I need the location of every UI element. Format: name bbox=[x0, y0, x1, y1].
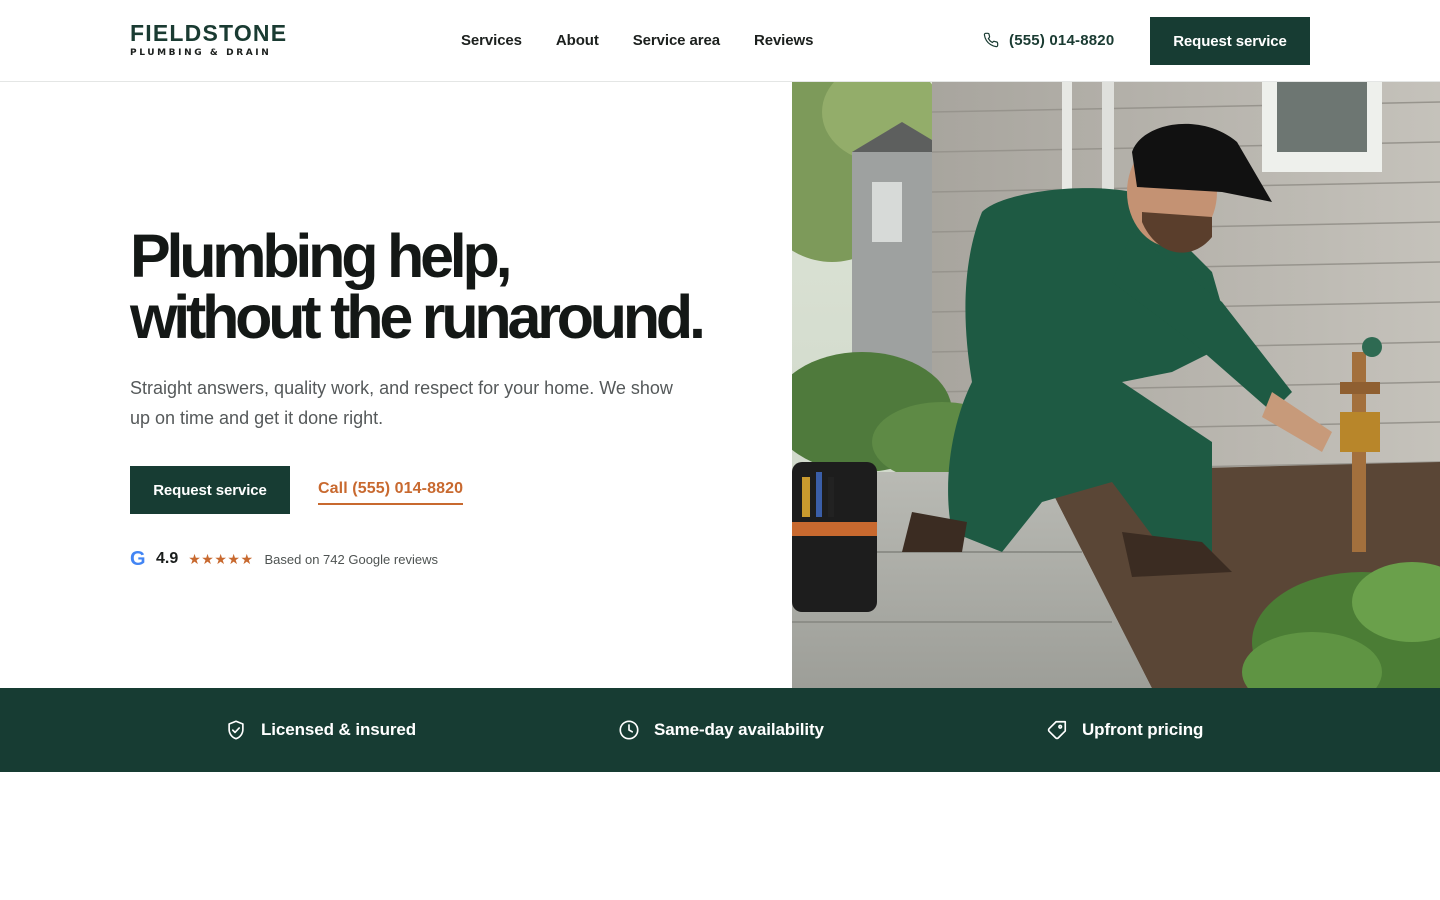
price-tag-icon bbox=[1047, 720, 1067, 740]
nav-item-reviews[interactable]: Reviews bbox=[754, 31, 813, 51]
clock-icon bbox=[619, 720, 639, 740]
main-nav: Services About Service area Reviews bbox=[461, 31, 813, 51]
nav-item-services[interactable]: Services bbox=[461, 31, 522, 51]
trust-label-same-day: Same-day availability bbox=[654, 720, 824, 739]
trust-band: Licensed & insured Same-day availability… bbox=[0, 688, 1440, 772]
trust-item-same-day: Same-day availability bbox=[618, 688, 824, 772]
hero-call-link[interactable]: Call (555) 014-8820 bbox=[318, 480, 464, 505]
phone-icon bbox=[983, 32, 999, 48]
logo[interactable]: FIELDSTONE PLUMBING & DRAIN bbox=[130, 21, 287, 58]
rating-stars-icon: ★★★★★ bbox=[188, 550, 254, 567]
hero-subtitle: Straight answers, quality work, and resp… bbox=[130, 378, 673, 428]
header-phone-number: (555) 014-8820 bbox=[1009, 31, 1115, 49]
hero-title-line-1: Plumbing help, bbox=[130, 222, 513, 290]
trust-label-licensed: Licensed & insured bbox=[261, 720, 417, 739]
hero-title-line-2: without the runaround. bbox=[130, 283, 706, 351]
logo-tagline: PLUMBING & DRAIN bbox=[130, 48, 272, 58]
rating-review-count: Based on 742 Google reviews bbox=[264, 551, 438, 567]
nav-item-service-area[interactable]: Service area bbox=[633, 31, 720, 51]
hero-request-service-button[interactable]: Request service bbox=[130, 466, 290, 514]
hero-photo-illustration bbox=[792, 82, 1440, 688]
hero-photo-plumber bbox=[792, 82, 1440, 688]
google-rating: G 4.9 ★★★★★ Based on 742 Google reviews bbox=[130, 549, 438, 569]
logo-name: FIELDSTONE bbox=[130, 20, 288, 46]
site-header: FIELDSTONE PLUMBING & DRAIN Services Abo… bbox=[0, 0, 1440, 82]
header-phone-link[interactable]: (555) 014-8820 bbox=[983, 31, 1114, 49]
trust-item-licensed: Licensed & insured bbox=[225, 688, 416, 772]
trust-item-pricing: Upfront pricing bbox=[1046, 688, 1203, 772]
hero-title: Plumbing help, without the runaround. bbox=[130, 226, 790, 348]
header-request-service-button[interactable]: Request service bbox=[1150, 17, 1310, 65]
google-logo-icon: G bbox=[130, 548, 146, 570]
trust-label-pricing: Upfront pricing bbox=[1082, 720, 1204, 739]
nav-item-about[interactable]: About bbox=[556, 31, 599, 51]
shield-check-icon bbox=[228, 720, 244, 740]
rating-score: 4.9 bbox=[156, 550, 179, 567]
